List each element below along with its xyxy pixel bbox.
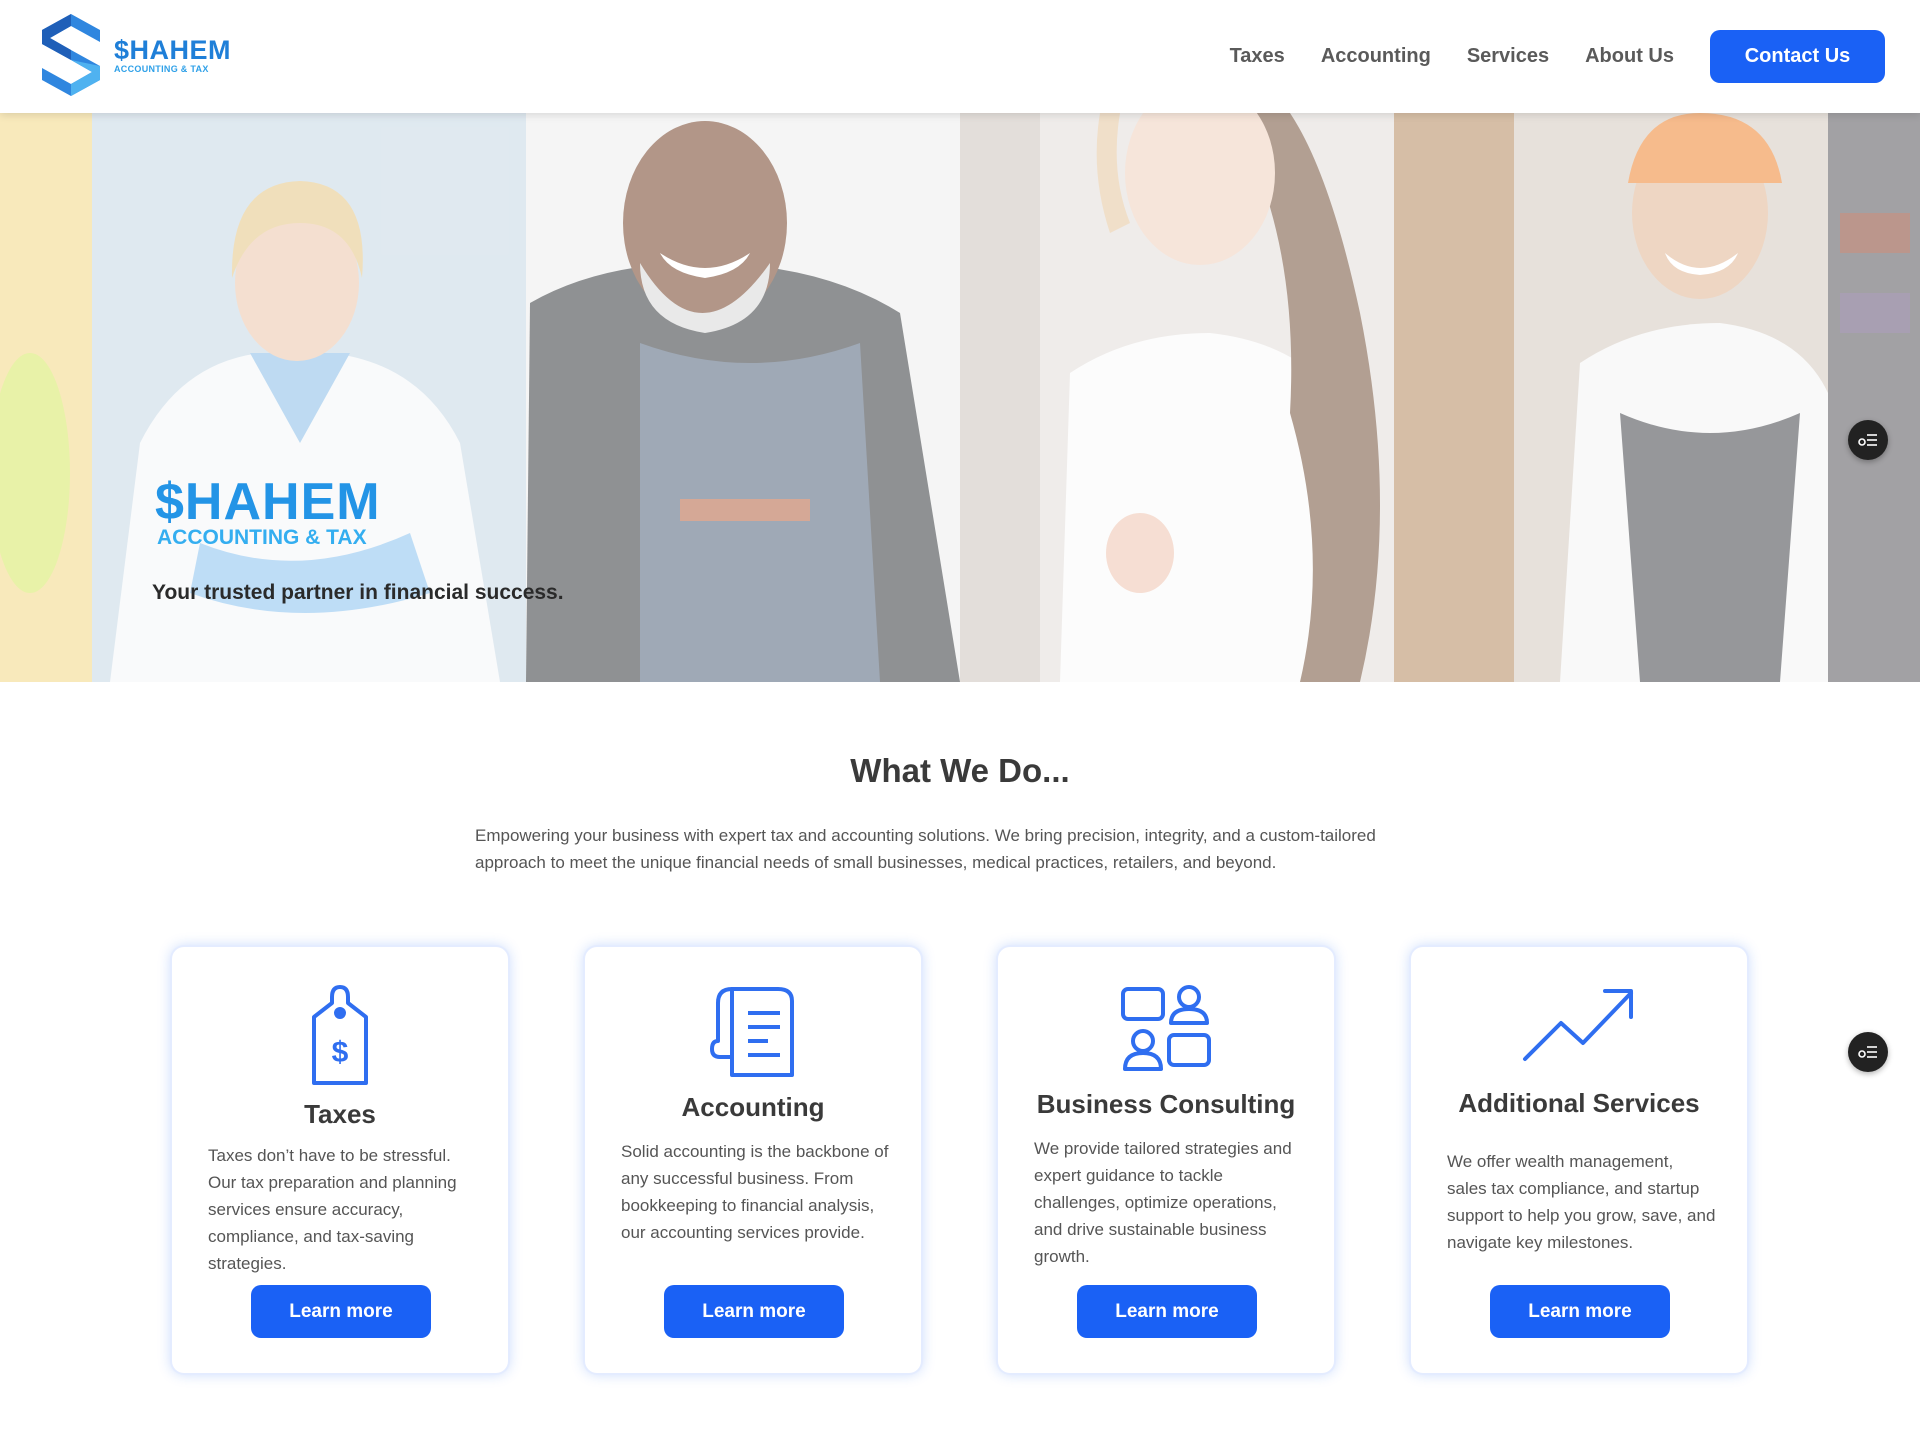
hero-brand-subtitle: ACCOUNTING & TAX — [157, 526, 367, 549]
nav-taxes[interactable]: Taxes — [1230, 45, 1285, 68]
card-title: Taxes — [304, 1099, 376, 1129]
ledger-document-icon — [710, 987, 794, 1077]
site-header: $HAHEM ACCOUNTING & TAX Taxes Accounting… — [0, 0, 1920, 113]
consulting-people-icon — [1121, 985, 1211, 1071]
toggle-list-icon — [1858, 434, 1877, 446]
price-tag-dollar-icon: $ — [312, 985, 368, 1085]
service-card-business-consulting: Business Consulting We provide tailored … — [998, 947, 1334, 1373]
logo-name: $HAHEM — [114, 34, 232, 65]
service-card-additional-services: Additional Services We offer wealth mana… — [1411, 947, 1747, 1373]
logo-subtitle: ACCOUNTING & TAX — [114, 63, 209, 74]
hero-tagline: Your trusted partner in financial succes… — [152, 581, 564, 604]
svg-text:$: $ — [332, 1036, 349, 1069]
card-text: We provide tailored strategies and exper… — [1034, 1139, 1292, 1266]
floating-menu-button-top[interactable] — [1848, 420, 1888, 460]
nav-services[interactable]: Services — [1467, 45, 1549, 68]
contact-us-button[interactable]: Contact Us — [1710, 30, 1885, 83]
learn-more-button[interactable]: Learn more — [1077, 1285, 1257, 1338]
section-title: What We Do... — [850, 752, 1070, 789]
service-card-taxes: $ Taxes Taxes don’t have to be stressful… — [172, 947, 508, 1373]
nav-accounting[interactable]: Accounting — [1321, 45, 1431, 68]
card-text: Solid accounting is the backbone of any … — [621, 1142, 889, 1242]
section-description: Empowering your business with expert tax… — [475, 826, 1376, 872]
card-title: Additional Services — [1458, 1088, 1700, 1118]
main-nav: Taxes Accounting Services About Us Conta… — [1230, 30, 1885, 83]
logo[interactable]: $HAHEM ACCOUNTING & TAX — [38, 12, 231, 98]
nav-about-us[interactable]: About Us — [1585, 45, 1674, 68]
learn-more-button[interactable]: Learn more — [251, 1285, 431, 1338]
trending-up-icon — [1523, 989, 1633, 1061]
service-card-accounting: Accounting Solid accounting is the backb… — [585, 947, 921, 1373]
toggle-list-icon — [1858, 1046, 1877, 1058]
card-title: Accounting — [681, 1092, 825, 1122]
learn-more-button[interactable]: Learn more — [664, 1285, 844, 1338]
card-text: We offer wealth management, sales tax co… — [1447, 1152, 1716, 1252]
hero-banner: $HAHEM ACCOUNTING & TAX Your trusted par… — [0, 113, 1920, 682]
card-title: Business Consulting — [1036, 1089, 1296, 1119]
floating-menu-button-bottom[interactable] — [1848, 1032, 1888, 1072]
hero-brand-name: $HAHEM — [155, 473, 381, 531]
learn-more-button[interactable]: Learn more — [1490, 1285, 1670, 1338]
logo-mark-icon — [42, 14, 100, 96]
card-text: Taxes don’t have to be stressful. Our ta… — [208, 1146, 457, 1273]
